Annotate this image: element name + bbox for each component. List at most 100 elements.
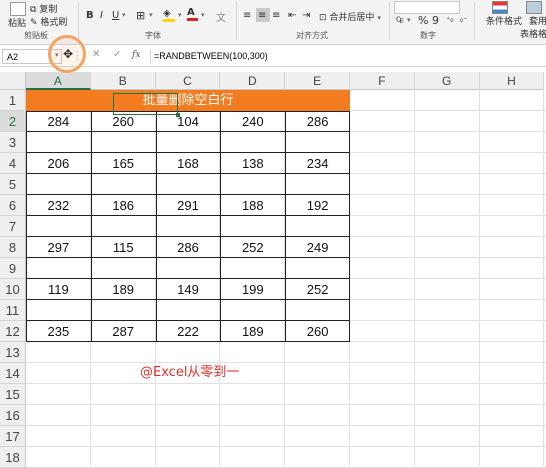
column-header-g[interactable]: G <box>414 72 480 90</box>
row-header-7[interactable]: 7 <box>0 216 26 237</box>
align-left-icon[interactable]: ≡ <box>243 10 251 21</box>
cell-d4[interactable]: 138 <box>220 153 285 174</box>
currency-icon[interactable]: ₠ <box>396 16 404 26</box>
indent-icon[interactable]: ⇤ <box>288 10 296 21</box>
cell-e10[interactable]: 252 <box>285 279 350 300</box>
column-header-e[interactable]: E <box>285 72 350 90</box>
copy-button[interactable]: ⧉ 复制 <box>30 2 57 15</box>
cursor-icon: ✥ <box>63 47 74 61</box>
cell-e6[interactable]: 192 <box>285 195 350 216</box>
increase-decimal-icon[interactable]: ⁺₀ <box>446 15 453 24</box>
row-header-6[interactable]: 6 <box>0 195 26 216</box>
worksheet-grid[interactable]: ABCDEFGH 1 2 3 4 5 6 7 8 9 10 11 12 13 14 15 16 17 18 批量删… <box>0 72 546 468</box>
cell-d2[interactable]: 240 <box>220 111 285 132</box>
table-border <box>26 257 350 258</box>
chevron-down-icon[interactable]: ▾ <box>178 11 182 19</box>
cell-d6[interactable]: 188 <box>220 195 285 216</box>
chevron-down-icon[interactable]: ▾ <box>149 11 153 19</box>
format-painter-button[interactable]: ✎ 格式刷 <box>30 15 67 28</box>
cell-e8[interactable]: 249 <box>285 237 350 258</box>
gridline <box>26 446 546 447</box>
cell-a8[interactable]: 297 <box>26 237 91 258</box>
column-header-h[interactable]: H <box>479 72 545 90</box>
row-header-10[interactable]: 10 <box>0 279 26 300</box>
row-header-14[interactable]: 14 <box>0 363 26 384</box>
row-header-16[interactable]: 16 <box>0 405 26 426</box>
cell-a4[interactable]: 206 <box>26 153 91 174</box>
column-header-f[interactable]: F <box>350 72 415 90</box>
fill-color-button[interactable]: ◈ <box>163 8 177 22</box>
alignment-group-label: 对齐方式 <box>296 31 328 40</box>
enter-icon[interactable]: ✓ <box>113 49 121 60</box>
cell-b8[interactable]: 115 <box>91 237 156 258</box>
row-header-3[interactable]: 3 <box>0 132 26 153</box>
cell-a6[interactable]: 232 <box>26 195 91 216</box>
row-header-2[interactable]: 2 <box>0 111 26 132</box>
column-header-d[interactable]: D <box>220 72 286 90</box>
column-header-a[interactable]: A <box>26 72 91 90</box>
fill-handle[interactable] <box>176 113 180 117</box>
comma-style-button[interactable]: 9 <box>432 14 439 27</box>
row-header-8[interactable]: 8 <box>0 237 26 258</box>
row-header-13[interactable]: 13 <box>0 342 26 363</box>
cell-b6[interactable]: 186 <box>91 195 156 216</box>
row-header-17[interactable]: 17 <box>0 426 26 447</box>
cancel-icon[interactable]: ✕ <box>92 49 100 60</box>
bold-button[interactable]: B <box>86 10 94 21</box>
cell-b4[interactable]: 165 <box>91 153 156 174</box>
cell-a10[interactable]: 119 <box>26 279 91 300</box>
chevron-down-icon[interactable]: ▾ <box>407 16 411 24</box>
cell-c8[interactable]: 286 <box>156 237 221 258</box>
table-border <box>285 111 287 342</box>
cell-e12[interactable]: 260 <box>285 321 350 342</box>
row-header-12[interactable]: 12 <box>0 321 26 342</box>
row-header-9[interactable]: 9 <box>0 258 26 279</box>
table-border <box>26 299 350 300</box>
cell-d12[interactable]: 189 <box>220 321 285 342</box>
column-header-b[interactable]: B <box>90 72 156 90</box>
font-color-icon: A <box>187 7 195 18</box>
cell-b10[interactable]: 189 <box>91 279 156 300</box>
cell-d8[interactable]: 252 <box>220 237 285 258</box>
row-header-18[interactable]: 18 <box>0 447 26 468</box>
row-header-5[interactable]: 5 <box>0 174 26 195</box>
chevron-down-icon[interactable]: ▾ <box>201 11 205 19</box>
cell-c6[interactable]: 291 <box>156 195 221 216</box>
column-header-c[interactable]: C <box>155 72 221 90</box>
cell-b12[interactable]: 287 <box>91 321 156 342</box>
paste-button[interactable]: 粘贴 <box>8 2 26 29</box>
percent-button[interactable]: % <box>418 14 428 27</box>
italic-button[interactable]: I <box>100 10 103 21</box>
underline-button[interactable]: U <box>112 10 119 21</box>
row-header-15[interactable]: 15 <box>0 384 26 405</box>
align-center-icon[interactable]: ≡ <box>258 10 266 21</box>
cell-a12[interactable]: 235 <box>26 321 91 342</box>
selection-box[interactable] <box>113 93 178 115</box>
cell-c10[interactable]: 149 <box>156 279 221 300</box>
cell-c12[interactable]: 222 <box>156 321 221 342</box>
border-icon[interactable]: ⊞ <box>136 9 145 22</box>
cell-e2[interactable]: 286 <box>285 111 350 132</box>
phonetic-icon[interactable]: 文 <box>216 9 226 24</box>
row-header-11[interactable]: 11 <box>0 300 26 321</box>
chevron-down-icon[interactable]: ▾ <box>122 11 126 19</box>
cell-a2[interactable]: 284 <box>26 111 91 132</box>
merge-center-button[interactable]: ⊡ 合并后居中 ▾ <box>319 10 381 23</box>
align-right-icon[interactable]: ≡ <box>272 10 280 21</box>
sheet-title-cell[interactable]: 批量删除空白行 <box>26 90 350 111</box>
cell-e4[interactable]: 234 <box>285 153 350 174</box>
row-header-4[interactable]: 4 <box>0 153 26 174</box>
conditional-format-button[interactable]: 条件格式 <box>486 1 522 27</box>
cell-c4[interactable]: 168 <box>156 153 221 174</box>
font-color-button[interactable]: A <box>187 7 199 21</box>
gridline <box>26 383 546 384</box>
decrease-decimal-icon[interactable]: ₀⁻ <box>460 15 467 24</box>
select-all-corner[interactable] <box>0 72 26 90</box>
outdent-icon[interactable]: ⇥ <box>302 10 310 21</box>
formula-input[interactable]: =RANDBETWEEN(100,300) <box>154 49 544 64</box>
insert-function-button[interactable]: fx <box>132 50 140 60</box>
number-format-dropdown[interactable] <box>394 1 460 14</box>
row-header-1[interactable]: 1 <box>0 90 26 111</box>
cell-d10[interactable]: 199 <box>220 279 285 300</box>
table-format-button[interactable]: 套用 表格格式 <box>520 1 546 40</box>
